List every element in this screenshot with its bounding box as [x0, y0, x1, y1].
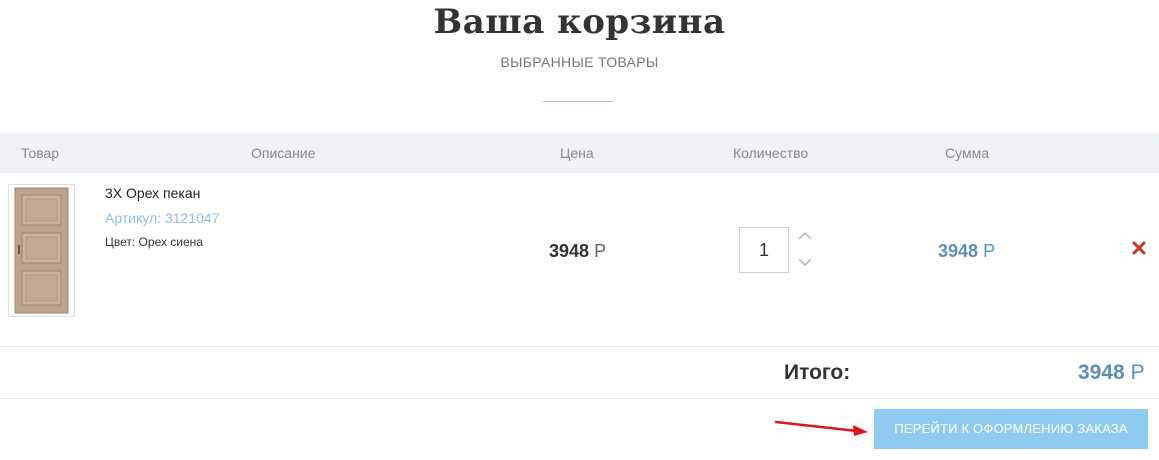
table-row: 3X Орех пекан Артикул: 3121047 Цвет: Оре… [0, 173, 1159, 347]
table-header: Товар Описание Цена Количество Сумма [0, 133, 1159, 173]
item-sum-value: 3948 [938, 241, 979, 261]
product-color: Цвет: Орех сиена [105, 235, 203, 249]
item-price: 3948 Р [549, 241, 606, 262]
total-currency: Р [1130, 361, 1145, 384]
page-title: Ваша корзина [433, 2, 726, 42]
product-sku: Артикул: 3121047 [105, 210, 220, 226]
product-image[interactable] [8, 184, 75, 317]
column-header-description: Описание [251, 145, 316, 161]
quantity-input[interactable]: 1 [739, 227, 789, 273]
item-price-currency: Р [594, 241, 607, 261]
item-sum-currency: Р [983, 241, 996, 261]
door-image [9, 185, 74, 316]
row-divider [0, 346, 1159, 347]
page-subtitle: ВЫБРАННЫЕ ТОВАРЫ [500, 54, 659, 70]
total-value: 3948 Р [1078, 361, 1145, 385]
chevron-down-icon[interactable] [797, 255, 813, 269]
item-price-value: 3948 [549, 241, 590, 261]
chevron-up-icon[interactable] [797, 229, 813, 243]
checkout-button[interactable]: ПЕРЕЙТИ К ОФОРМЛЕНИЮ ЗАКАЗА [874, 409, 1148, 449]
column-header-sum: Сумма [945, 145, 989, 161]
close-icon[interactable] [1132, 241, 1146, 255]
cart-page: Ваша корзина ВЫБРАННЫЕ ТОВАРЫ Товар Опис… [0, 0, 1159, 460]
column-header-quantity: Количество [733, 145, 809, 161]
total-label: Итого: [784, 361, 851, 384]
total-divider [0, 398, 1159, 399]
column-header-price: Цена [560, 145, 594, 161]
title-divider [543, 101, 613, 102]
product-name[interactable]: 3X Орех пекан [105, 185, 200, 201]
total-amount: 3948 [1078, 361, 1125, 384]
annotation-arrow-icon [774, 420, 868, 436]
item-sum: 3948 Р [938, 241, 995, 262]
column-header-product: Товар [21, 145, 60, 161]
